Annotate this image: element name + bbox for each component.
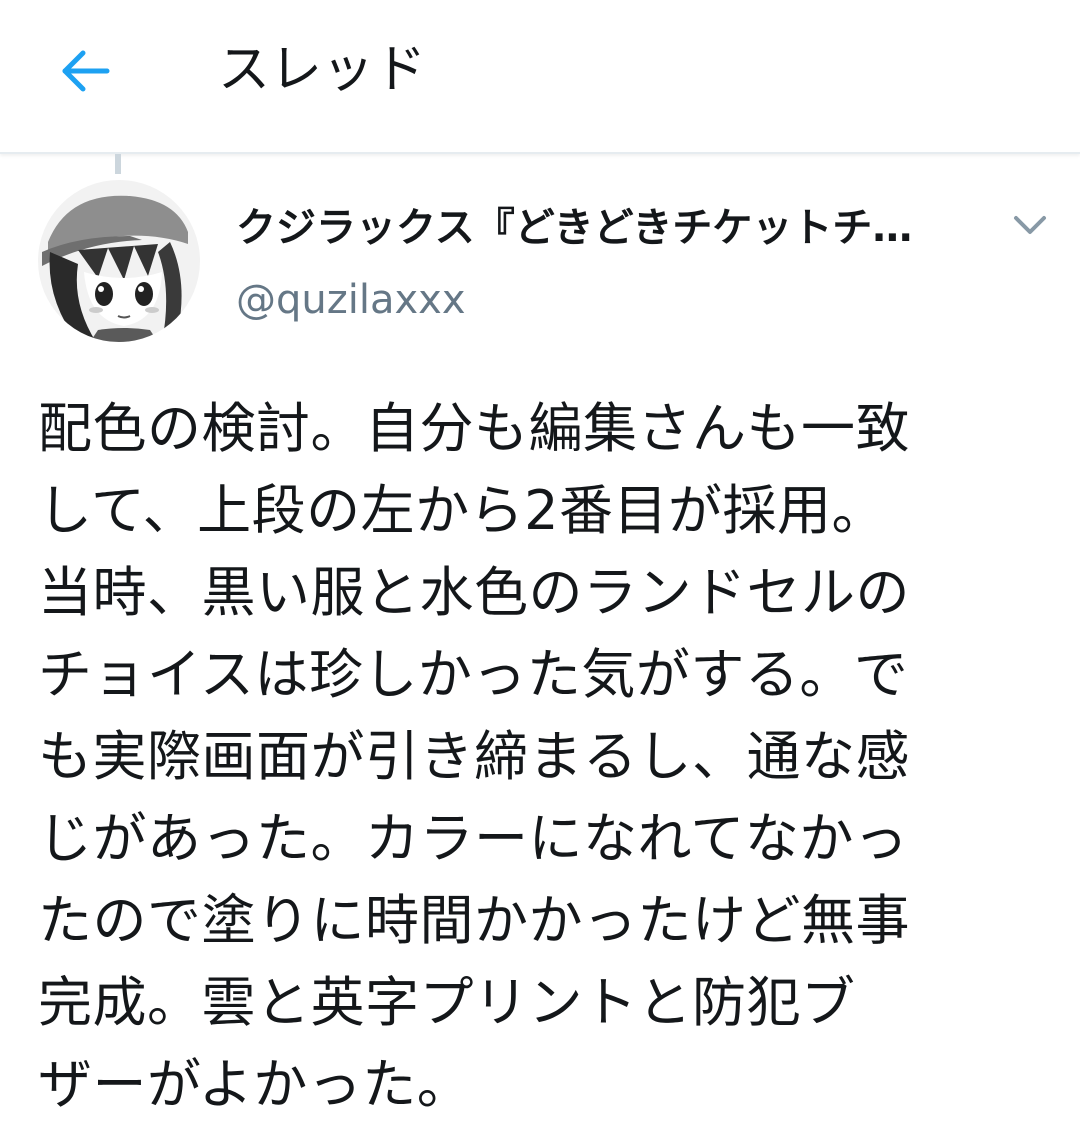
tweet-text: 配色の検討。自分も編集さんも一致 して、上段の左から2番目が採用。 当時、黒い服… bbox=[38, 397, 910, 1116]
back-button[interactable] bbox=[50, 36, 120, 106]
thread-connector-line bbox=[115, 154, 121, 174]
tweet-menu-button[interactable] bbox=[1000, 200, 1060, 250]
top-app-bar: スレッド bbox=[0, 0, 1080, 154]
author-display-name[interactable]: クジラックス『どきどきチケットチ… bbox=[236, 200, 966, 256]
author-handle[interactable]: @quzilaxxx bbox=[236, 272, 466, 328]
page-title: スレッド bbox=[218, 40, 427, 100]
avatar[interactable] bbox=[38, 180, 200, 342]
arrow-left-icon bbox=[62, 50, 110, 92]
user-avatar-icon bbox=[38, 180, 200, 342]
chevron-down-icon bbox=[1014, 216, 1046, 234]
